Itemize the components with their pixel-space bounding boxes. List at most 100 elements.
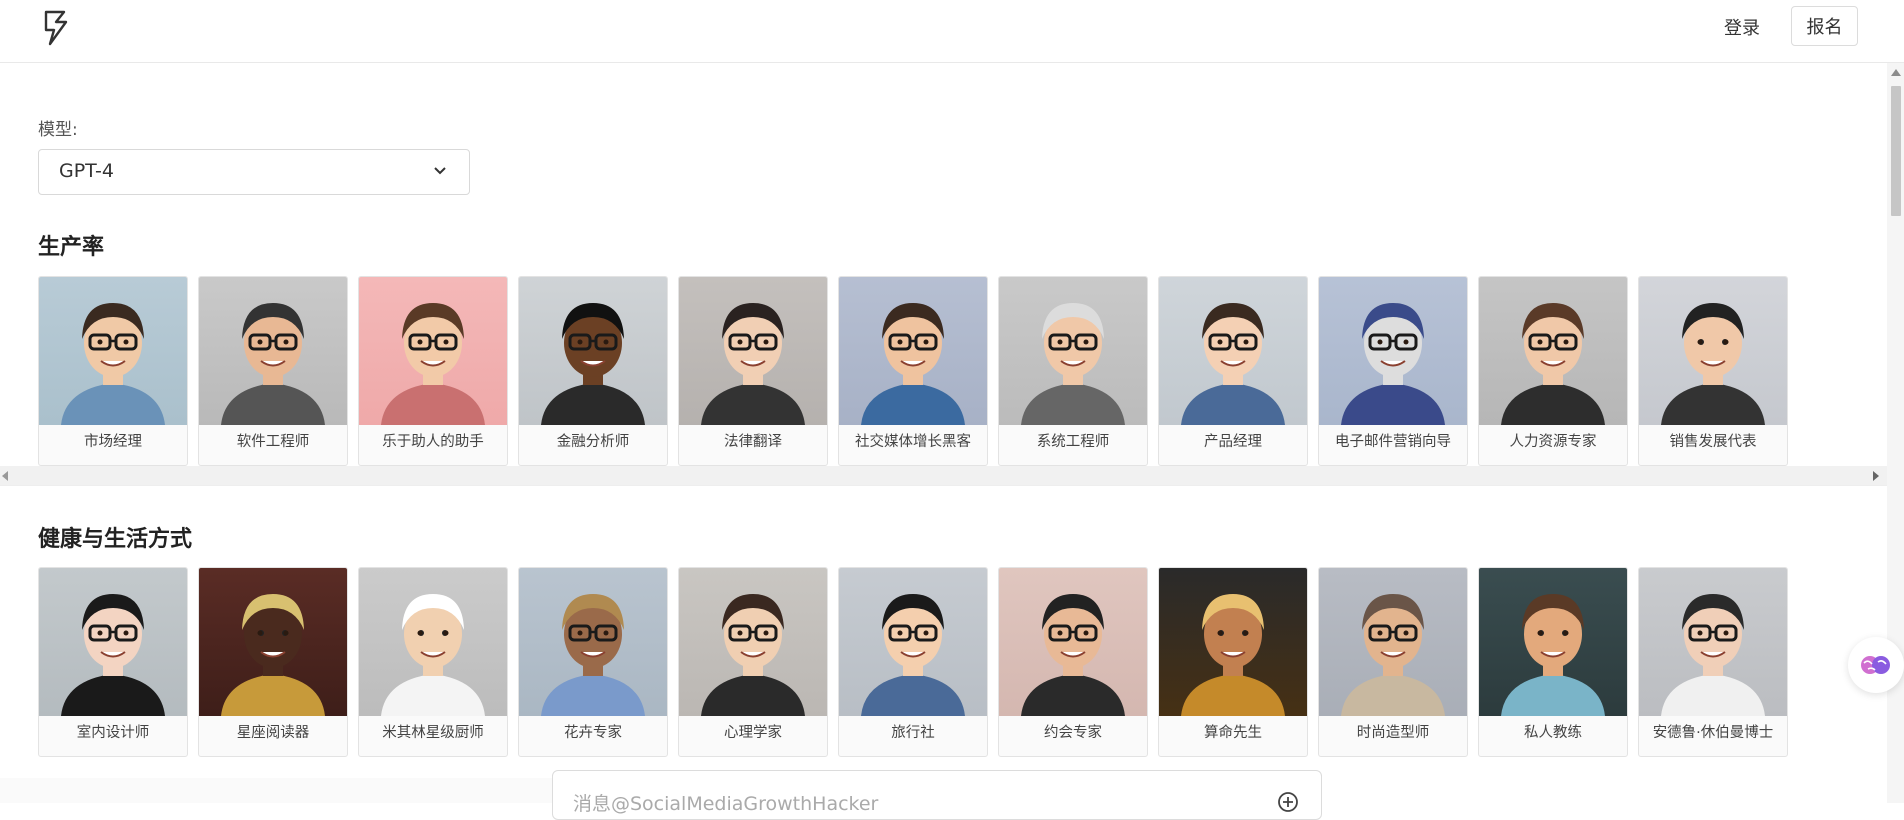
- avatar-illustration: [39, 277, 187, 425]
- assistant-card-name: 私人教练: [1524, 725, 1582, 741]
- chevron-down-icon: [434, 167, 446, 175]
- avatar: [999, 568, 1147, 716]
- avatar-illustration: [1479, 277, 1627, 425]
- login-link[interactable]: 登录: [1724, 14, 1760, 40]
- avatar: [1479, 568, 1627, 716]
- assistant-card-name: 安德鲁·休伯曼博士: [1652, 725, 1774, 741]
- assistant-card-name: 系统工程师: [1036, 434, 1110, 450]
- assistant-card-name: 金融分析师: [556, 434, 630, 450]
- avatar-illustration: [1319, 568, 1467, 716]
- avatar: [359, 568, 507, 716]
- avatar: [999, 277, 1147, 425]
- model-select-value: GPT-4: [59, 160, 114, 182]
- avatar: [1639, 568, 1787, 716]
- assistant-card-name: 室内设计师: [76, 725, 150, 741]
- avatar: [199, 277, 347, 425]
- assistant-card[interactable]: 电子邮件营销向导: [1318, 276, 1468, 466]
- assistant-card[interactable]: 乐于助人的助手: [358, 276, 508, 466]
- horizontal-scrollbar-thumb[interactable]: [10, 470, 1870, 481]
- avatar-illustration: [1159, 277, 1307, 425]
- model-select[interactable]: GPT-4: [38, 149, 470, 195]
- assistant-card[interactable]: 市场经理: [38, 276, 188, 466]
- avatar-illustration: [679, 277, 827, 425]
- assistant-card-name: 人力资源专家: [1509, 434, 1597, 450]
- assistant-card-name: 法律翻译: [724, 434, 782, 450]
- brain-icon: [1861, 656, 1890, 674]
- assistant-card-name: 社交媒体增长黑客: [855, 434, 971, 450]
- assistant-card[interactable]: 销售发展代表: [1638, 276, 1788, 466]
- scrollbar-thumb[interactable]: [1891, 86, 1901, 216]
- assistant-card[interactable]: 旅行社: [838, 567, 988, 757]
- assistant-card[interactable]: 心理学家: [678, 567, 828, 757]
- assistant-card[interactable]: 米其林星级厨师: [358, 567, 508, 757]
- avatar-illustration: [1319, 277, 1467, 425]
- scroll-right-arrow-icon[interactable]: [1873, 471, 1879, 481]
- signup-button[interactable]: 报名: [1791, 6, 1858, 46]
- model-label: 模型:: [38, 120, 78, 140]
- avatar-illustration: [839, 277, 987, 425]
- assistant-card-name: 产品经理: [1204, 434, 1262, 450]
- horizontal-scrollbar[interactable]: [0, 466, 1887, 485]
- section-divider: [0, 485, 1887, 486]
- avatar: [39, 277, 187, 425]
- assistant-card[interactable]: 安德鲁·休伯曼博士: [1638, 567, 1788, 757]
- avatar: [519, 568, 667, 716]
- avatar: [1159, 277, 1307, 425]
- assistant-card-name: 市场经理: [84, 434, 142, 450]
- assistant-row-health: 室内设计师 星座阅读器 米其林星级厨师 花卉专家 心理学家 旅行社 约会专家 算…: [38, 567, 1798, 757]
- assistant-card[interactable]: 金融分析师: [518, 276, 668, 466]
- assistant-card[interactable]: 系统工程师: [998, 276, 1148, 466]
- avatar: [839, 568, 987, 716]
- assistant-card-name: 约会专家: [1044, 725, 1102, 741]
- assistant-card[interactable]: 室内设计师: [38, 567, 188, 757]
- assistant-card-name: 花卉专家: [564, 725, 622, 741]
- avatar-illustration: [359, 277, 507, 425]
- message-input[interactable]: 消息@SocialMediaGrowthHacker: [552, 770, 1322, 820]
- avatar-illustration: [199, 568, 347, 716]
- assistant-card-name: 时尚造型师: [1356, 725, 1430, 741]
- avatar-illustration: [1479, 568, 1627, 716]
- avatar: [1319, 568, 1467, 716]
- avatar: [1479, 277, 1627, 425]
- avatar-illustration: [1639, 277, 1787, 425]
- avatar-illustration: [519, 277, 667, 425]
- assistant-card[interactable]: 人力资源专家: [1478, 276, 1628, 466]
- avatar: [1159, 568, 1307, 716]
- assistant-card[interactable]: 私人教练: [1478, 567, 1628, 757]
- brand-logo-icon[interactable]: [40, 8, 74, 48]
- avatar: [839, 277, 987, 425]
- assistant-card[interactable]: 花卉专家: [518, 567, 668, 757]
- avatar-illustration: [199, 277, 347, 425]
- assistant-card[interactable]: 约会专家: [998, 567, 1148, 757]
- avatar: [1319, 277, 1467, 425]
- avatar: [679, 277, 827, 425]
- assistant-card[interactable]: 算命先生: [1158, 567, 1308, 757]
- avatar: [519, 277, 667, 425]
- section-title-productivity: 生产率: [38, 235, 105, 260]
- assistant-card[interactable]: 产品经理: [1158, 276, 1308, 466]
- avatar-illustration: [999, 568, 1147, 716]
- avatar-illustration: [1639, 568, 1787, 716]
- assistant-card-name: 星座阅读器: [236, 725, 310, 741]
- assistant-card[interactable]: 时尚造型师: [1318, 567, 1468, 757]
- section-title-health: 健康与生活方式: [38, 527, 193, 552]
- assistant-card[interactable]: 软件工程师: [198, 276, 348, 466]
- avatar-illustration: [679, 568, 827, 716]
- top-header: 登录 报名: [0, 0, 1904, 63]
- assistant-card-name: 旅行社: [891, 725, 935, 741]
- assistant-card-name: 乐于助人的助手: [382, 434, 484, 450]
- scroll-up-arrow-icon[interactable]: [1891, 69, 1901, 76]
- assistant-card[interactable]: 法律翻译: [678, 276, 828, 466]
- assistant-card[interactable]: 星座阅读器: [198, 567, 348, 757]
- avatar-illustration: [519, 568, 667, 716]
- avatar: [39, 568, 187, 716]
- bottom-strip: [0, 778, 552, 803]
- avatar-illustration: [39, 568, 187, 716]
- assistant-card-name: 算命先生: [1204, 725, 1262, 741]
- avatar-illustration: [359, 568, 507, 716]
- scroll-left-arrow-icon[interactable]: [2, 471, 8, 481]
- assistant-card[interactable]: 社交媒体增长黑客: [838, 276, 988, 466]
- floating-assistant-button[interactable]: [1848, 637, 1904, 693]
- plus-circle-icon[interactable]: [1277, 791, 1299, 813]
- avatar: [1639, 277, 1787, 425]
